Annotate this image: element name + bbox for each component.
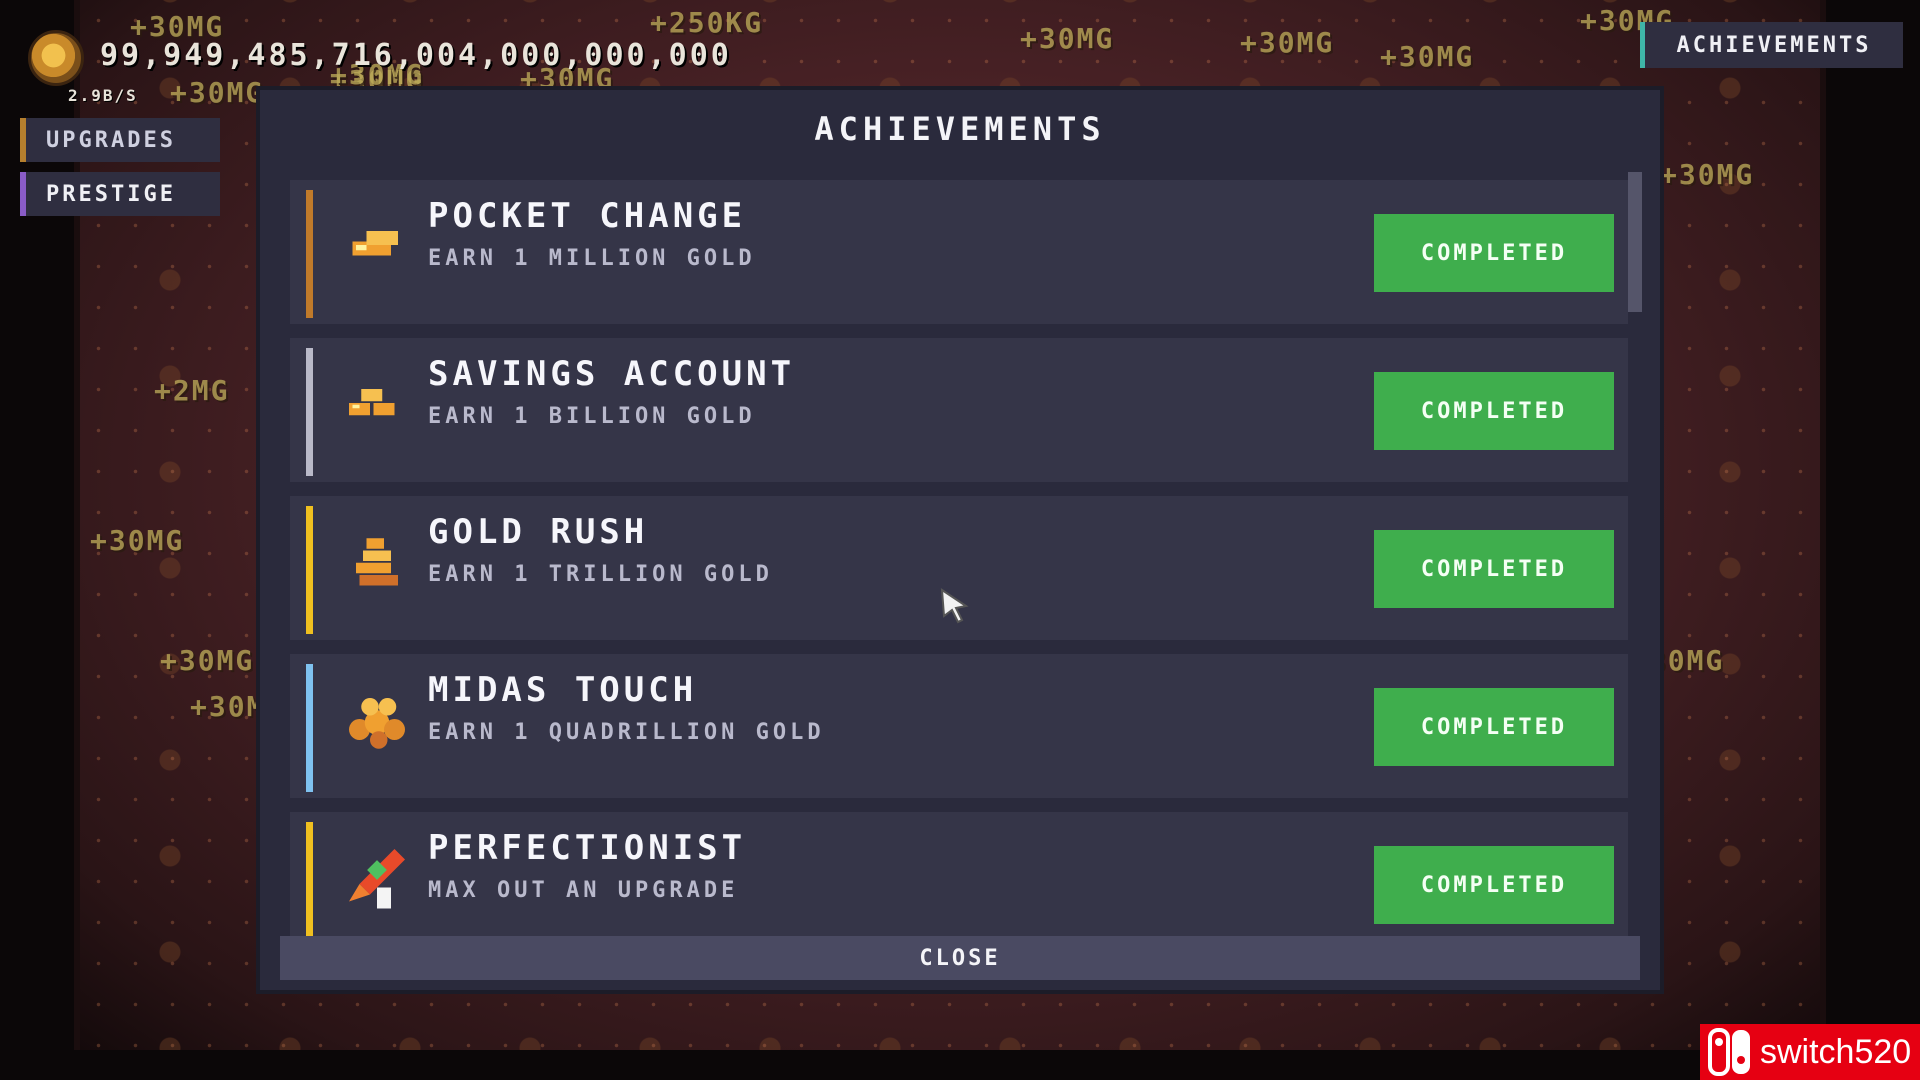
gold-amount: 99,949,485,716,004,000,000,000 [100,38,732,73]
modal-title: ACHIEVEMENTS [814,110,1106,148]
scrollbar[interactable] [1628,172,1642,312]
completed-badge: COMPLETED [1374,214,1614,292]
rocket-icon [342,842,412,922]
achievements-modal: ACHIEVEMENTS POCKET CHANGE EARN 1 MILLION… [260,90,1660,990]
gold-bar-small-icon [342,210,412,290]
gain-text: +30MG [160,644,255,677]
close-button[interactable]: CLOSE [280,936,1640,980]
achievement-accent-bar [306,506,313,634]
achievement-accent-bar [306,190,313,318]
achievement-name: GOLD RUSH [428,512,649,552]
gold-pile-icon [342,684,412,764]
gold-bars-icon [342,368,412,448]
achievement-description: EARN 1 TRILLION GOLD [428,562,773,587]
achievement-accent-bar [306,664,313,792]
gold-stack-icon [342,526,412,606]
gain-text: +30MG [1380,40,1475,73]
switch-logo-icon [1708,1028,1750,1076]
gain-text: +30MG [1660,158,1755,191]
watermark-text: switch520 [1760,1032,1912,1071]
achievement-row: POCKET CHANGE EARN 1 MILLION GOLD COMPLETE… [290,180,1628,328]
gain-text: +2MG [154,374,230,407]
achievement-description: EARN 1 QUADRILLION GOLD [428,720,825,745]
achievement-accent-bar [306,348,313,476]
completed-badge: COMPLETED [1374,846,1614,924]
achievement-description: EARN 1 MILLION GOLD [428,246,756,271]
gain-text: +30MG [90,524,185,557]
prestige-button[interactable]: PRESTIGE [20,172,220,216]
achievement-name: PERFECTIONIST [428,828,747,868]
gold-coin-icon [28,30,84,86]
gain-text: +30MG [1240,26,1335,59]
achievement-description: MAX OUT AN UPGRADE [428,878,739,903]
completed-badge: COMPLETED [1374,372,1614,450]
achievement-name: POCKET CHANGE [428,196,747,236]
achievement-row: SAVINGS ACCOUNT EARN 1 BILLION GOLD COMPLE… [290,338,1628,486]
gain-text: +30MG [170,76,265,109]
gold-rate: 2.9B/S [68,86,138,105]
achievement-name: SAVINGS ACCOUNT [428,354,796,394]
achievements-button[interactable]: ACHIEVEMENTS [1640,22,1903,68]
completed-badge: COMPLETED [1374,530,1614,608]
achievement-description: EARN 1 BILLION GOLD [428,404,756,429]
gain-text: +250KG [650,6,764,39]
watermark: switch520 [1700,1024,1920,1080]
upgrades-button[interactable]: UPGRADES [20,118,220,162]
achievement-name: MIDAS TOUCH [428,670,698,710]
achievement-accent-bar [306,822,313,950]
pointer-cursor-icon [940,588,969,624]
completed-badge: COMPLETED [1374,688,1614,766]
gain-text: +30MG [1020,22,1115,55]
achievement-row: MIDAS TOUCH EARN 1 QUADRILLION GOLD COMPLE… [290,654,1628,802]
